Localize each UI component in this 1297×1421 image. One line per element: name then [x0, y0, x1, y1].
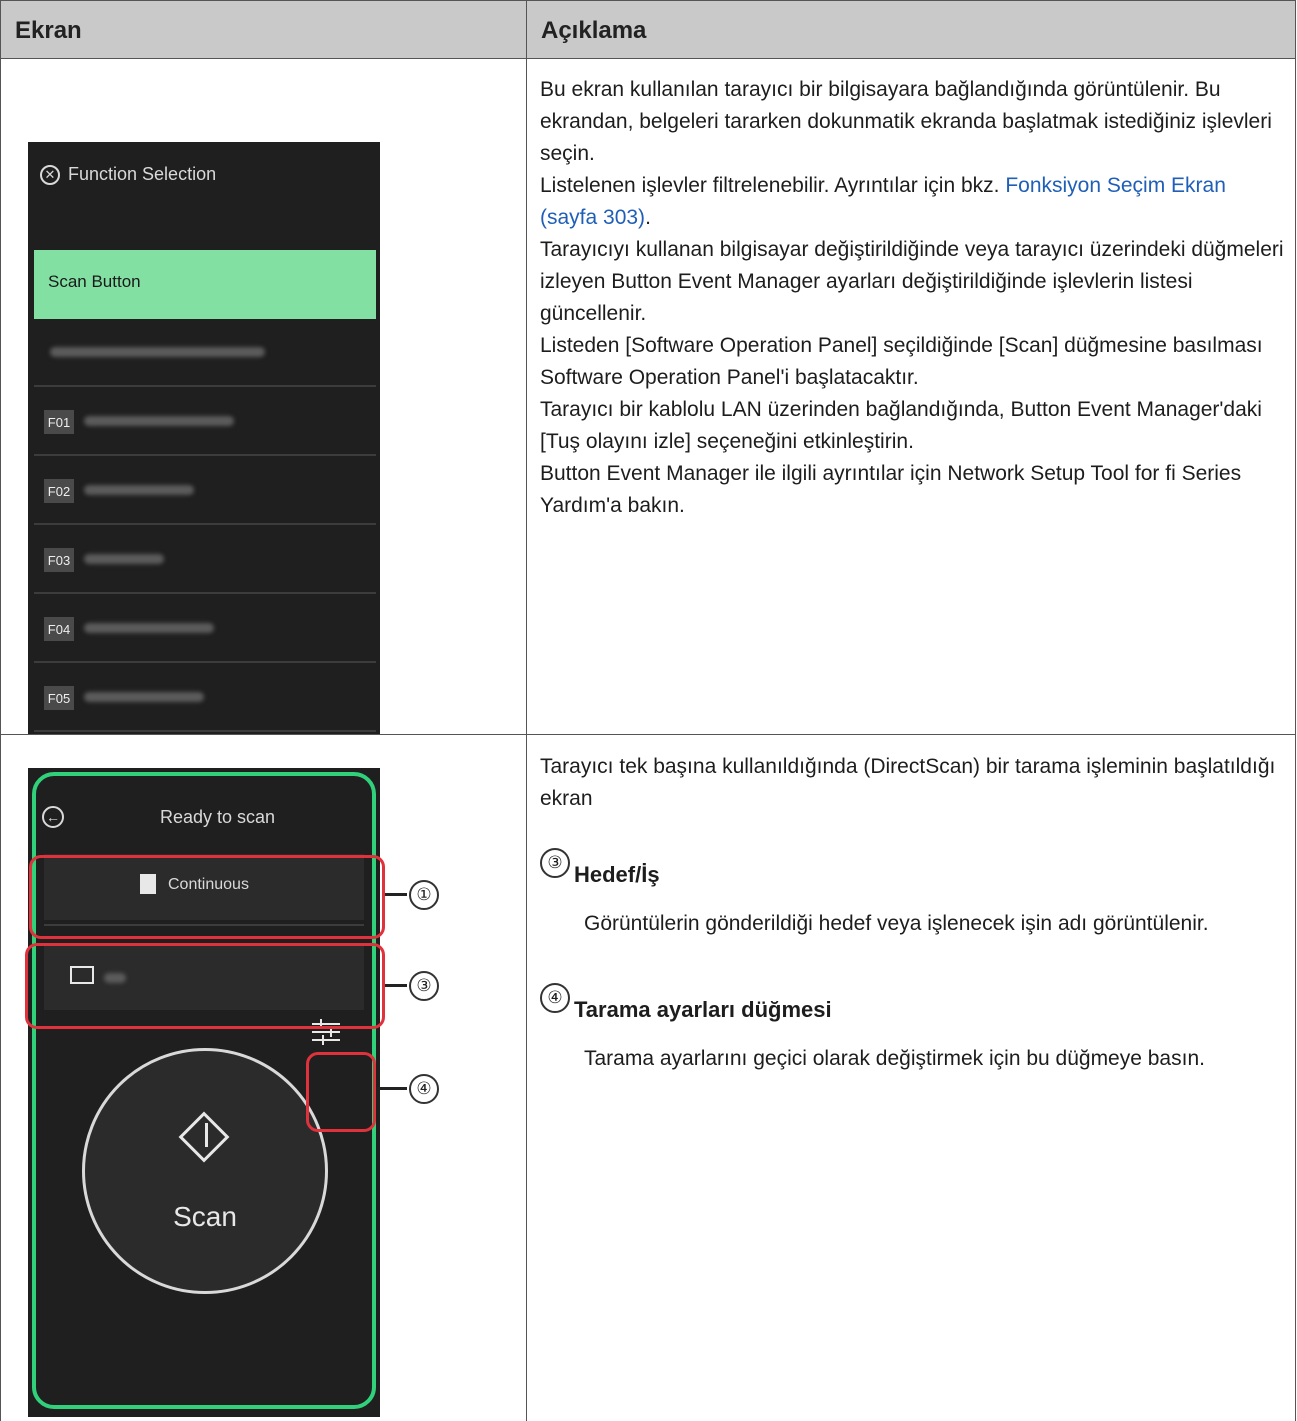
back-arrow-icon: ←	[42, 806, 64, 828]
callout-box-4	[306, 1052, 376, 1132]
row1-description-cell: Bu ekran kullanılan tarayıcı bir bilgisa…	[526, 58, 1296, 735]
callout-number-4-icon: ④	[540, 983, 570, 1013]
function-selection-screenshot: ✕ Function Selection Scan Button F01 F02…	[28, 142, 380, 772]
item-4-title: Tarama ayarları düğmesi	[574, 997, 832, 1022]
function-code: F05	[44, 686, 74, 710]
list-item: F05	[34, 664, 376, 732]
row2-description-cell: Tarayıcı tek başına kullanıldığında (Dir…	[526, 734, 1296, 1421]
list-item: F01	[34, 388, 376, 456]
blurred-text	[84, 485, 194, 495]
function-code: F03	[44, 548, 74, 572]
ready-to-scan-title: Ready to scan	[160, 807, 276, 827]
item-3-heading: ③ Hedef/İş	[540, 848, 1285, 892]
paragraph: Button Event Manager ile ilgili ayrıntıl…	[540, 462, 1242, 517]
paragraph: Bu ekran kullanılan tarayıcı bir bilgisa…	[540, 78, 1272, 165]
paragraph: Tarayıcıyı kullanan bilgisayar değiştiri…	[540, 238, 1284, 325]
callout-box-3	[25, 943, 385, 1029]
item-3-text: Görüntülerin gönderildiği hedef veya işl…	[584, 912, 1209, 935]
function-selection-label: Function Selection	[68, 164, 217, 184]
close-icon: ✕	[40, 164, 60, 185]
row2-screen-cell: ← Ready to scan Continuous Scan ① ③ ④	[0, 734, 527, 1421]
item-4-heading: ④ Tarama ayarları düğmesi	[540, 983, 1285, 1027]
start-icon-bar	[205, 1123, 208, 1147]
blurred-text	[84, 416, 234, 426]
list-item: F03	[34, 526, 376, 594]
blurred-text	[84, 554, 164, 564]
blurred-text	[84, 623, 214, 633]
paragraph-text: .	[645, 206, 651, 229]
blurred-text	[84, 692, 204, 702]
paragraph: Tarayıcı tek başına kullanıldığında (Dir…	[540, 755, 1276, 810]
row1-screen-cell: ✕ Function Selection Scan Button F01 F02…	[0, 58, 527, 772]
header-aciklama: Açıklama	[526, 0, 1296, 59]
scan-button: Scan	[82, 1048, 328, 1294]
list-item: F02	[34, 457, 376, 525]
leader-line	[376, 1087, 407, 1090]
callout-number-3-icon: ③	[540, 848, 570, 878]
list-item: F04	[34, 595, 376, 663]
item-3-title: Hedef/İş	[574, 862, 660, 887]
blurred-text	[50, 347, 265, 357]
function-selection-title: ✕ Function Selection	[40, 164, 216, 185]
paragraph: Listeden [Software Operation Panel] seçi…	[540, 334, 1263, 389]
paragraph: Tarayıcı bir kablolu LAN üzerinden bağla…	[540, 398, 1262, 453]
callout-number-4: ④	[409, 1074, 439, 1104]
paragraph: Listelenen işlevler filtrelenebilir. Ayr…	[540, 170, 1285, 234]
function-code: F01	[44, 410, 74, 434]
header-ekran: Ekran	[0, 0, 527, 59]
function-code: F04	[44, 617, 74, 641]
list-item	[34, 319, 376, 387]
start-icon	[178, 1111, 230, 1163]
leader-line	[385, 893, 407, 896]
leader-line	[385, 984, 407, 987]
scan-label: Scan	[173, 1201, 237, 1232]
item-4-text: Tarama ayarlarını geçici olarak değiştir…	[584, 1047, 1205, 1070]
scan-button-item: Scan Button	[34, 250, 376, 319]
function-code: F02	[44, 479, 74, 503]
paragraph-text: Listelenen işlevler filtrelenebilir. Ayr…	[540, 174, 1006, 197]
callout-number-3: ③	[409, 971, 439, 1001]
callout-number-1: ①	[409, 880, 439, 910]
callout-box-1	[29, 855, 385, 939]
